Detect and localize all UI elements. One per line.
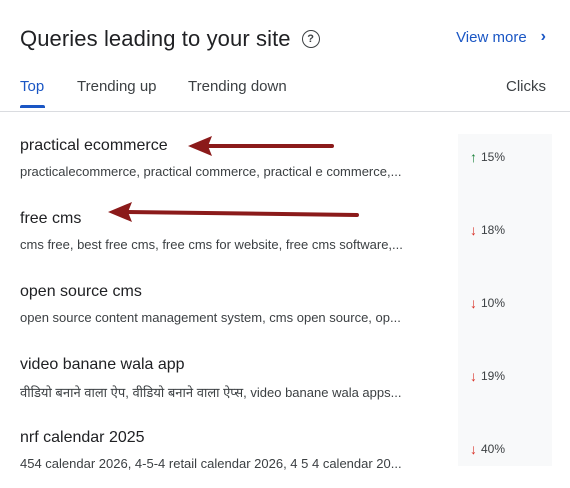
query-text: practical ecommerce	[20, 137, 168, 154]
tab-top[interactable]: Top	[20, 78, 44, 95]
arrow-down-icon: ↓	[470, 368, 477, 384]
clicks-change: ↓ 40%	[470, 441, 505, 457]
change-value: 15%	[481, 150, 506, 164]
related-queries: वीडियो बनाने वाला ऐप, वीडियो बनाने वाला …	[20, 385, 402, 400]
view-more-link[interactable]: View more ›	[456, 28, 546, 46]
clicks-column-header: Clicks	[506, 78, 546, 95]
help-circle-icon[interactable]: ?	[301, 30, 320, 48]
related-queries: 454 calendar 2026, 4-5-4 retail calendar…	[20, 456, 402, 471]
tab-trending-up[interactable]: Trending up	[77, 78, 157, 95]
query-row-free-cms[interactable]: free cms cms free, best free cms, free c…	[20, 210, 550, 260]
query-row-nrf-calendar-2025[interactable]: nrf calendar 2025 454 calendar 2026, 4-5…	[20, 429, 550, 479]
card-header: Queries leading to your site ? View more…	[20, 22, 550, 56]
queries-card: Queries leading to your site ? View more…	[0, 0, 570, 488]
query-row-practical-ecommerce[interactable]: practical ecommerce practicalecommerce, …	[20, 137, 550, 187]
change-value: 19%	[481, 369, 506, 383]
clicks-change: ↓ 18%	[470, 222, 505, 238]
query-text: nrf calendar 2025	[20, 429, 145, 446]
change-value: 18%	[481, 223, 506, 237]
card-title: Queries leading to your site	[20, 26, 291, 51]
tab-trending-down[interactable]: Trending down	[188, 78, 287, 95]
change-value: 10%	[481, 296, 506, 310]
arrow-down-icon: ↓	[470, 441, 477, 457]
clicks-change: ↓ 19%	[470, 368, 505, 384]
clicks-change: ↓ 10%	[470, 295, 505, 311]
arrow-down-icon: ↓	[470, 295, 477, 311]
query-row-open-source-cms[interactable]: open source cms open source content mana…	[20, 283, 550, 333]
tab-bar: Top Trending up Trending down Clicks	[20, 76, 550, 110]
query-text: video banane wala app	[20, 356, 185, 373]
query-row-video-banane-wala-app[interactable]: video banane wala app वीडियो बनाने वाला …	[20, 356, 550, 406]
change-value: 40%	[481, 442, 506, 456]
clicks-change: ↑ 15%	[470, 149, 505, 165]
arrow-down-icon: ↓	[470, 222, 477, 238]
related-queries: cms free, best free cms, free cms for we…	[20, 237, 403, 252]
related-queries: practicalecommerce, practical commerce, …	[20, 164, 402, 179]
header-divider	[0, 111, 570, 112]
arrow-up-icon: ↑	[470, 149, 477, 165]
chevron-right-icon: ›	[540, 28, 546, 45]
query-text: open source cms	[20, 283, 142, 300]
active-tab-indicator	[20, 105, 45, 108]
query-text: free cms	[20, 210, 82, 227]
related-queries: open source content management system, c…	[20, 310, 401, 325]
view-more-label: View more	[456, 28, 527, 46]
